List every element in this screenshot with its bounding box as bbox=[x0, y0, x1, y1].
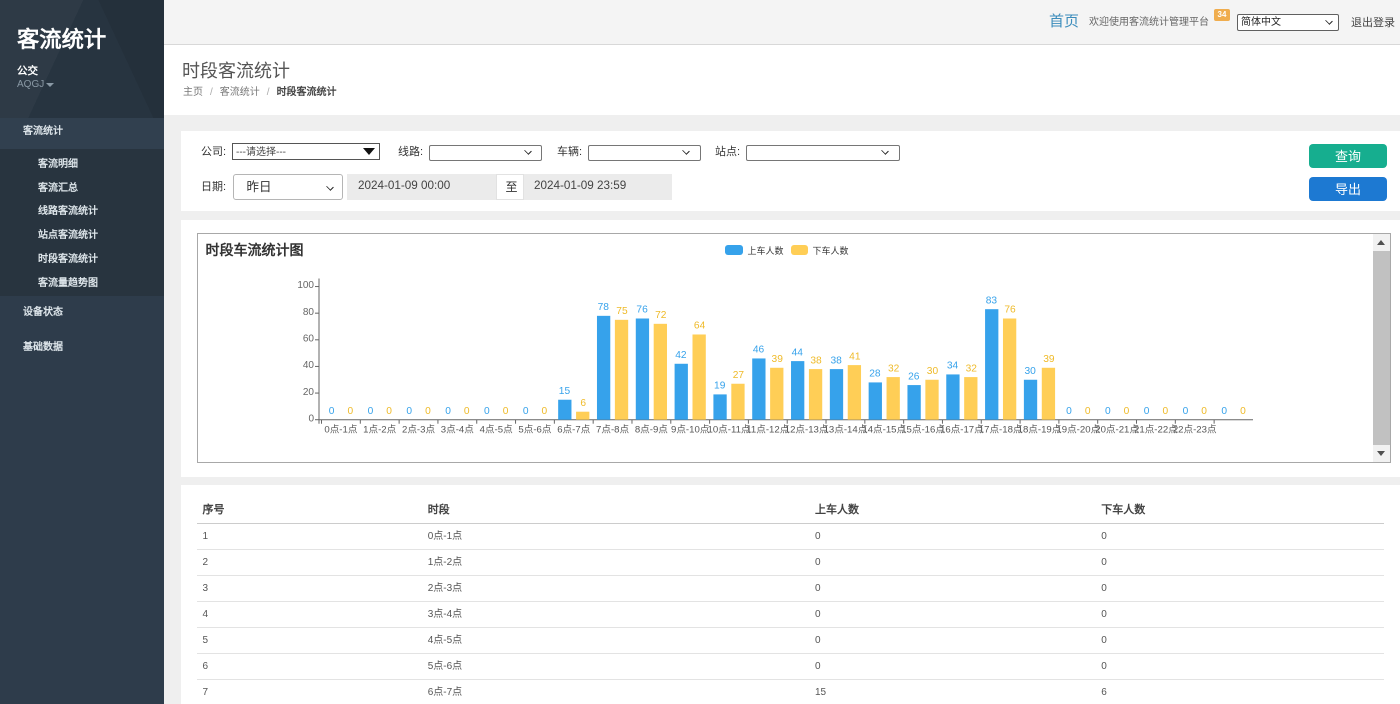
svg-text:22点-23点: 22点-23点 bbox=[1172, 424, 1216, 435]
svg-text:3点-4点: 3点-4点 bbox=[440, 424, 473, 435]
svg-text:20点-21点: 20点-21点 bbox=[1095, 424, 1139, 435]
svg-text:64: 64 bbox=[693, 320, 705, 331]
svg-text:38: 38 bbox=[830, 355, 842, 366]
svg-text:0: 0 bbox=[463, 405, 469, 416]
svg-text:44: 44 bbox=[791, 347, 803, 358]
svg-text:8点-9点: 8点-9点 bbox=[634, 424, 667, 435]
svg-text:1点-2点: 1点-2点 bbox=[363, 424, 396, 435]
svg-text:42: 42 bbox=[675, 349, 687, 360]
svg-text:18点-19点: 18点-19点 bbox=[1017, 424, 1061, 435]
svg-text:60: 60 bbox=[302, 333, 314, 344]
svg-text:76: 76 bbox=[1004, 304, 1016, 315]
svg-text:0: 0 bbox=[445, 405, 451, 416]
svg-text:12点-13点: 12点-13点 bbox=[784, 424, 828, 435]
svg-text:80: 80 bbox=[302, 306, 314, 317]
svg-text:46: 46 bbox=[752, 344, 764, 355]
svg-text:30: 30 bbox=[1024, 365, 1036, 376]
svg-text:40: 40 bbox=[302, 360, 314, 371]
svg-text:11点-12点: 11点-12点 bbox=[746, 424, 789, 435]
svg-text:2点-3点: 2点-3点 bbox=[401, 424, 434, 435]
svg-text:0: 0 bbox=[386, 405, 392, 416]
svg-text:0: 0 bbox=[367, 405, 373, 416]
svg-text:16点-17点: 16点-17点 bbox=[939, 424, 983, 435]
svg-text:32: 32 bbox=[887, 363, 899, 374]
svg-text:0: 0 bbox=[1143, 405, 1149, 416]
svg-text:0: 0 bbox=[1201, 405, 1207, 416]
svg-text:28: 28 bbox=[869, 368, 881, 379]
svg-text:0: 0 bbox=[1104, 405, 1110, 416]
svg-text:5点-6点: 5点-6点 bbox=[518, 424, 551, 435]
svg-text:21点-22点: 21点-22点 bbox=[1134, 424, 1178, 435]
svg-text:34: 34 bbox=[946, 360, 958, 371]
svg-text:39: 39 bbox=[771, 353, 783, 364]
svg-text:19点-20点: 19点-20点 bbox=[1056, 424, 1100, 435]
svg-text:39: 39 bbox=[1043, 353, 1055, 364]
svg-text:83: 83 bbox=[985, 295, 997, 306]
svg-text:10点-11点: 10点-11点 bbox=[707, 424, 750, 435]
svg-text:75: 75 bbox=[616, 306, 628, 317]
svg-text:0: 0 bbox=[425, 405, 431, 416]
svg-text:26: 26 bbox=[908, 371, 920, 382]
svg-text:15: 15 bbox=[558, 385, 570, 396]
svg-text:9点-10点: 9点-10点 bbox=[670, 424, 709, 435]
svg-text:0: 0 bbox=[502, 405, 508, 416]
svg-text:20: 20 bbox=[302, 386, 314, 397]
svg-text:0: 0 bbox=[1221, 405, 1227, 416]
svg-text:7点-8点: 7点-8点 bbox=[596, 424, 629, 435]
svg-text:27: 27 bbox=[732, 369, 744, 380]
svg-text:15点-16点: 15点-16点 bbox=[901, 424, 945, 435]
svg-text:14点-15点: 14点-15点 bbox=[862, 424, 906, 435]
svg-text:0: 0 bbox=[541, 405, 547, 416]
svg-text:6: 6 bbox=[580, 397, 586, 408]
svg-text:13点-14点: 13点-14点 bbox=[823, 424, 867, 435]
svg-text:38: 38 bbox=[810, 355, 822, 366]
svg-text:41: 41 bbox=[849, 351, 861, 362]
svg-text:19: 19 bbox=[714, 380, 726, 391]
svg-text:32: 32 bbox=[965, 363, 977, 374]
svg-text:0点-1点: 0点-1点 bbox=[324, 424, 357, 435]
svg-text:76: 76 bbox=[636, 304, 648, 315]
svg-text:0: 0 bbox=[1182, 405, 1188, 416]
svg-text:0: 0 bbox=[1162, 405, 1168, 416]
svg-text:0: 0 bbox=[1066, 405, 1072, 416]
svg-text:17点-18点: 17点-18点 bbox=[978, 424, 1022, 435]
svg-text:6点-7点: 6点-7点 bbox=[557, 424, 590, 435]
svg-text:72: 72 bbox=[655, 310, 667, 321]
svg-text:0: 0 bbox=[484, 405, 490, 416]
svg-text:0: 0 bbox=[406, 405, 412, 416]
svg-text:0: 0 bbox=[1123, 405, 1129, 416]
svg-text:0: 0 bbox=[308, 413, 314, 424]
svg-text:30: 30 bbox=[926, 365, 938, 376]
svg-text:0: 0 bbox=[1240, 405, 1246, 416]
svg-text:0: 0 bbox=[347, 405, 353, 416]
svg-text:0: 0 bbox=[522, 405, 528, 416]
svg-text:0: 0 bbox=[1084, 405, 1090, 416]
svg-text:0: 0 bbox=[328, 405, 334, 416]
svg-text:4点-5点: 4点-5点 bbox=[479, 424, 512, 435]
svg-text:100: 100 bbox=[297, 280, 314, 291]
svg-text:78: 78 bbox=[597, 302, 609, 313]
